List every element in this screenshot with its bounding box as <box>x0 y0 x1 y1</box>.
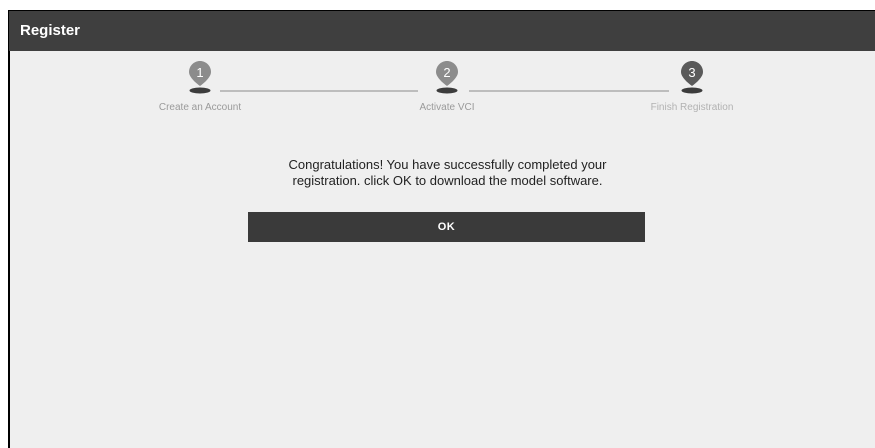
success-message: Congratulations! You have successfully c… <box>288 157 607 188</box>
app-header: Register <box>9 11 875 51</box>
step-1-label: Create an Account <box>158 102 242 113</box>
page-title: Register <box>20 22 81 39</box>
step-2-marker-icon: 2 <box>435 60 459 94</box>
step-1-number: 1 <box>196 65 203 80</box>
step-1-marker-icon: 1 <box>188 60 212 94</box>
step-connector-1-2 <box>220 90 418 92</box>
ok-button[interactable]: OK <box>248 212 645 242</box>
step-3-number: 3 <box>688 65 695 80</box>
step-3-label: Finish Registration <box>650 102 734 113</box>
step-3-marker-icon: 3 <box>680 60 704 94</box>
step-connector-2-3 <box>469 90 669 92</box>
step-2-label: Activate VCI <box>419 102 475 113</box>
step-2-number: 2 <box>443 65 450 80</box>
content-area: 1 2 3 Create an Account Activate VCI Fin… <box>10 51 875 448</box>
